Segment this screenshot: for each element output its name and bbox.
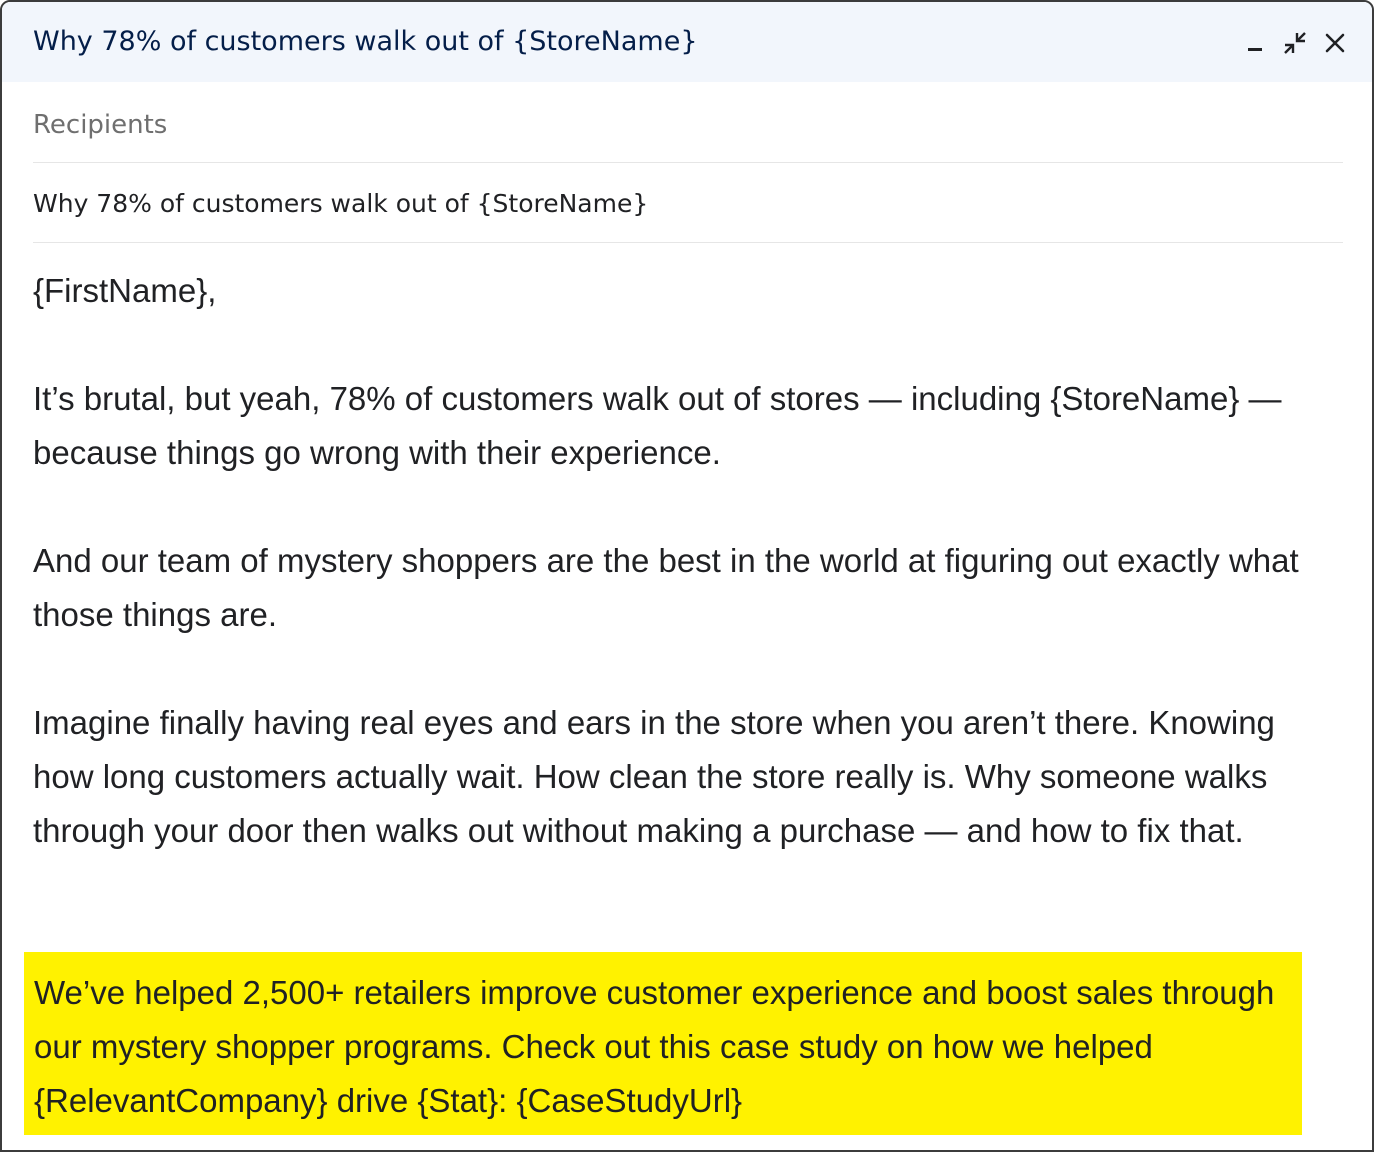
exit-fullscreen-button[interactable] (1278, 24, 1312, 62)
compose-titlebar[interactable]: Why 78% of customers walk out of {StoreN… (2, 2, 1372, 82)
subject-field[interactable]: Why 78% of customers walk out of {StoreN… (33, 163, 1343, 243)
minimize-button[interactable] (1238, 24, 1272, 62)
exit-fullscreen-icon (1284, 32, 1306, 54)
window-title: Why 78% of customers walk out of {StoreN… (33, 26, 698, 57)
body-paragraph-1: It’s brutal, but yeah, 78% of customers … (33, 380, 1282, 471)
subject-text: Why 78% of customers walk out of {StoreN… (33, 189, 649, 218)
close-icon (1325, 33, 1345, 53)
highlighted-paragraph-text: We’ve helped 2,500+ retailers improve cu… (34, 974, 1275, 1119)
highlighted-paragraph[interactable]: We’ve helped 2,500+ retailers improve cu… (24, 952, 1302, 1135)
recipients-placeholder: Recipients (33, 110, 168, 140)
compose-window: Why 78% of customers walk out of {StoreN… (0, 0, 1374, 1152)
message-body[interactable]: {FirstName}, It’s brutal, but yeah, 78% … (33, 264, 1343, 858)
minimize-icon (1248, 48, 1262, 51)
body-paragraph-3: Imagine finally having real eyes and ear… (33, 704, 1275, 849)
body-paragraph-2: And our team of mystery shoppers are the… (33, 542, 1299, 633)
close-button[interactable] (1318, 24, 1352, 62)
greeting: {FirstName}, (33, 272, 217, 309)
recipients-field[interactable]: Recipients (33, 82, 1343, 163)
